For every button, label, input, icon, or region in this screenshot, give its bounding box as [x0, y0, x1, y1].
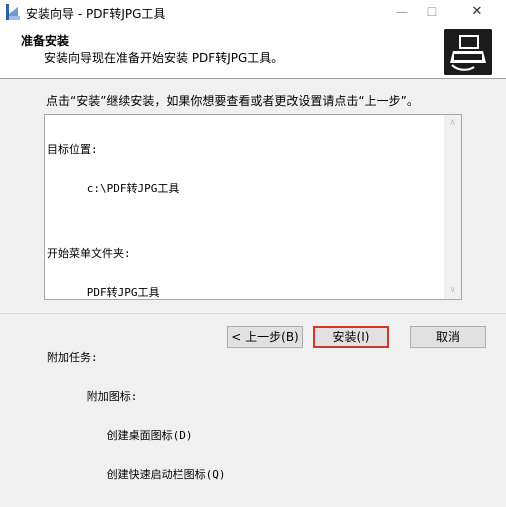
minimize-button[interactable]: —	[387, 0, 417, 24]
close-button[interactable]: ✕	[462, 0, 492, 24]
memo-line: 开始菜单文件夹:	[47, 247, 131, 260]
install-button[interactable]: 安装(I)	[313, 326, 389, 348]
memo-line: 创建快速启动栏图标(Q)	[47, 468, 226, 481]
settings-summary-memo[interactable]: 目标位置: c:\PDF转JPG工具 开始菜单文件夹: PDF转JPG工具 附加…	[44, 114, 462, 481]
scroll-down-icon[interactable]: ∨	[444, 282, 461, 299]
wizard-header: 准备安装 安装向导现在准备开始安装 PDF转JPG工具。	[0, 24, 506, 79]
instruction-text: 点击“安装”继续安装，如果你想要查看或者更改设置请点击“上一步”。	[46, 94, 419, 108]
vertical-scrollbar[interactable]: ∧ ∨	[444, 115, 461, 299]
memo-line: 目标位置:	[47, 143, 98, 156]
memo-line: c:\PDF转JPG工具	[47, 182, 180, 195]
memo-line: 附加任务:	[47, 351, 98, 364]
memo-line: 附加图标:	[47, 390, 138, 403]
memo-line: 创建桌面图标(D)	[47, 429, 193, 442]
setup-logo-icon	[444, 29, 492, 75]
window-title: 安装向导 - PDF转JPG工具	[26, 7, 166, 21]
install-button-label: 安装(I)	[332, 330, 370, 344]
back-button[interactable]: < 上一步(B)	[227, 326, 303, 348]
installer-app-icon	[6, 4, 20, 20]
scroll-up-icon[interactable]: ∧	[444, 115, 461, 132]
page-title: 准备安装	[21, 34, 70, 48]
page-subtitle: 安装向导现在准备开始安装 PDF转JPG工具。	[44, 51, 284, 65]
footer-divider	[0, 313, 506, 314]
maximize-button[interactable]: ☐	[417, 0, 447, 24]
title-bar: 安装向导 - PDF转JPG工具 — ☐ ✕	[0, 0, 506, 24]
memo-line: PDF转JPG工具	[47, 286, 160, 299]
cancel-button[interactable]: 取消	[410, 326, 486, 348]
settings-summary-text: 目标位置: c:\PDF转JPG工具 开始菜单文件夹: PDF转JPG工具 附加…	[47, 117, 439, 507]
